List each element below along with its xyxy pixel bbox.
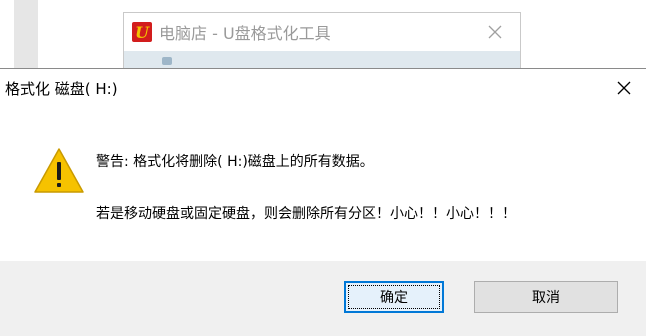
dialog-content: 警告: 格式化将删除( H:)磁盘上的所有数据。 若是移动硬盘或固定硬盘，则会删… [0, 107, 646, 261]
close-icon [617, 81, 631, 95]
dialog-title: 格式化 磁盘( H:) [5, 79, 118, 98]
warning-message-line1: 警告: 格式化将删除( H:)磁盘上的所有数据。 [96, 154, 374, 170]
background-app-window[interactable]: U 电脑店 - U盘格式化工具 [123, 12, 521, 71]
warning-icon [34, 148, 84, 193]
ok-button[interactable]: 确定 [344, 281, 444, 313]
dialog-footer: 确定 取消 [0, 261, 646, 336]
warning-message-line2: 若是移动硬盘或固定硬盘，则会删除所有分区！小心！！小心！！！ [96, 206, 516, 222]
background-window-close-button[interactable] [484, 21, 506, 43]
background-window-item-icon [162, 57, 172, 65]
dialog-titlebar[interactable]: 格式化 磁盘( H:) [0, 69, 646, 107]
background-window-titlebar[interactable]: U 电脑店 - U盘格式化工具 [124, 13, 520, 51]
app-logo-icon: U [132, 22, 152, 42]
close-icon [488, 25, 502, 39]
format-disk-dialog: 格式化 磁盘( H:) 警告: 格式化将删除( H:)磁盘上的所有数据。 若是移… [0, 68, 646, 336]
desktop-stripe [14, 0, 38, 70]
background-window-title: 电脑店 - U盘格式化工具 [159, 24, 331, 43]
app-logo-letter: U [135, 22, 149, 42]
dialog-close-button[interactable] [612, 76, 636, 100]
cancel-button[interactable]: 取消 [474, 281, 618, 313]
